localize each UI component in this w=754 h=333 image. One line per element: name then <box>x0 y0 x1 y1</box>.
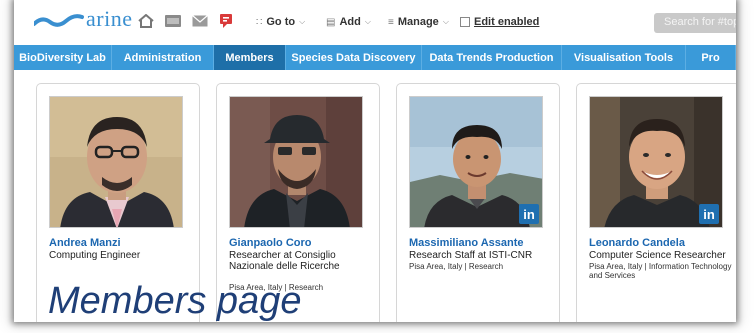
member-role: Researcher at Consiglio Nazionale delle … <box>229 250 340 272</box>
dashboard-icon[interactable] <box>164 13 182 29</box>
add-menu[interactable]: ▤ Add ⌵ <box>326 14 371 30</box>
member-photo[interactable]: in <box>409 96 543 228</box>
wave-logo-icon <box>34 14 84 27</box>
member-name[interactable]: Gianpaolo Coro <box>229 237 312 249</box>
goto-menu[interactable]: ∷ Go to ⌵ <box>256 14 305 30</box>
edit-toggle[interactable]: Edit enabled <box>460 14 539 30</box>
search-input[interactable]: Search for #topic <box>654 13 736 33</box>
home-icon[interactable] <box>138 13 154 29</box>
member-photo[interactable] <box>229 96 363 228</box>
add-label: Add <box>339 16 361 28</box>
tab-biodiversity-lab[interactable]: BioDiversity Lab <box>14 45 112 70</box>
add-icon: ▤ <box>326 16 336 28</box>
logo-text: arine <box>86 6 133 31</box>
member-name[interactable]: Leonardo Candela <box>589 237 685 249</box>
manage-icon: ≡ <box>388 16 394 28</box>
site-logo[interactable]: arine <box>34 6 146 31</box>
chevron-down-icon: ⌵ <box>364 17 371 26</box>
chevron-down-icon: ⌵ <box>299 17 306 26</box>
member-card[interactable]: in Massimiliano Assante Research Staff a… <box>396 83 560 322</box>
member-location: Pisa Area, Italy | Information Technolog… <box>589 262 732 280</box>
edit-checkbox[interactable] <box>460 17 470 27</box>
member-name[interactable]: Andrea Manzi <box>49 237 121 249</box>
notifications-icon[interactable] <box>218 13 234 29</box>
tab-more[interactable]: Pro <box>686 45 736 70</box>
linkedin-icon[interactable]: in <box>519 204 539 224</box>
member-name[interactable]: Massimiliano Assante <box>409 237 524 249</box>
member-photo[interactable]: in <box>589 96 723 228</box>
browser-frame: arine ∷ Go to ⌵ ▤ Add ⌵ ≡ Manage ⌵ Edit … <box>14 0 736 322</box>
page-caption: Members page <box>48 280 302 322</box>
member-photo[interactable] <box>49 96 183 228</box>
tab-administration[interactable]: Administration <box>112 45 214 70</box>
tab-visualisation-tools[interactable]: Visualisation Tools <box>562 45 686 70</box>
tab-members[interactable]: Members <box>214 45 286 70</box>
member-location: Pisa Area, Italy | Research <box>409 262 504 271</box>
top-toolbar: arine ∷ Go to ⌵ ▤ Add ⌵ ≡ Manage ⌵ Edit … <box>14 0 736 42</box>
member-role: Computer Science Researcher <box>589 250 726 261</box>
linkedin-icon[interactable]: in <box>699 204 719 224</box>
mail-icon[interactable] <box>192 13 208 29</box>
manage-label: Manage <box>397 16 439 28</box>
tab-species-data-discovery[interactable]: Species Data Discovery <box>286 45 422 70</box>
member-role: Computing Engineer <box>49 250 141 261</box>
chevron-down-icon: ⌵ <box>442 17 449 26</box>
tab-data-trends-production[interactable]: Data Trends Production <box>422 45 562 70</box>
member-role: Research Staff at ISTI-CNR <box>409 250 533 261</box>
main-nav: BioDiversity Lab Administration Members … <box>14 45 736 70</box>
grid-icon: ∷ <box>256 16 263 28</box>
edit-label: Edit enabled <box>474 16 540 28</box>
manage-menu[interactable]: ≡ Manage ⌵ <box>388 14 449 30</box>
goto-label: Go to <box>266 16 296 28</box>
member-card[interactable]: in Leonardo Candela Computer Science Res… <box>576 83 736 322</box>
